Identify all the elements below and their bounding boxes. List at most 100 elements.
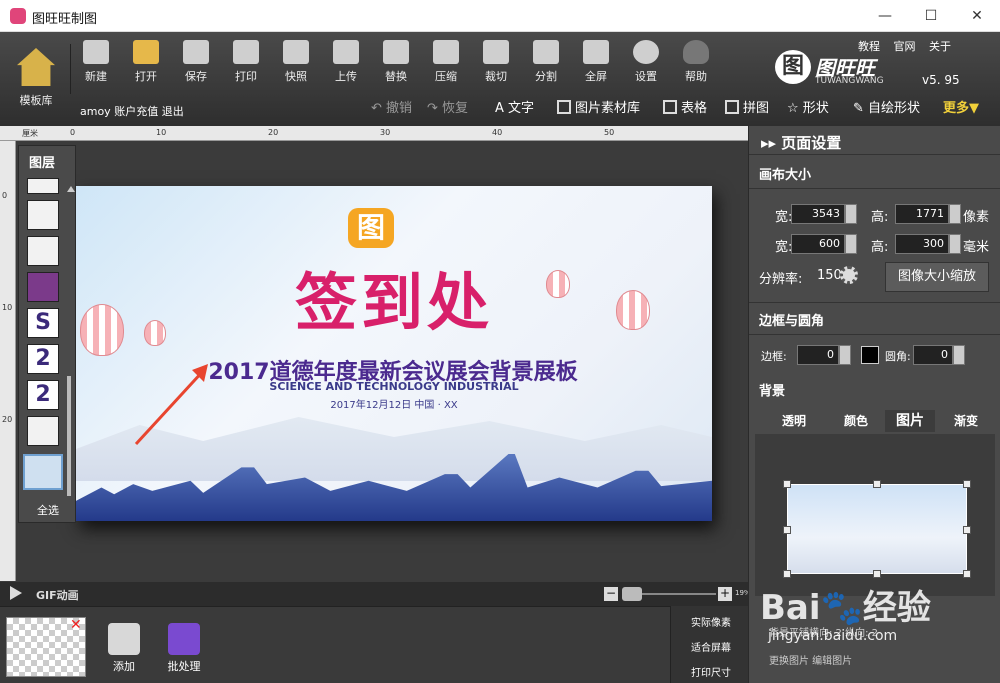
- fit-screen-button[interactable]: 适合屏幕: [671, 639, 751, 654]
- zoom-out-button[interactable]: −: [604, 587, 618, 601]
- split-button[interactable]: 分割: [522, 38, 570, 98]
- window-title: 图旺旺制图: [32, 12, 98, 27]
- width-mm-stepper[interactable]: [845, 234, 857, 254]
- zoom-slider-thumb[interactable]: [622, 587, 642, 601]
- dpi-gear-icon[interactable]: [840, 266, 858, 284]
- layer-thumb[interactable]: [27, 272, 59, 302]
- height-px-stepper[interactable]: [949, 204, 961, 224]
- scroll-up-icon[interactable]: [67, 186, 75, 192]
- layer-thumb[interactable]: [27, 178, 59, 194]
- height-mm-stepper[interactable]: [949, 234, 961, 254]
- resize-handle[interactable]: [873, 480, 881, 488]
- layer-thumb[interactable]: 2: [27, 380, 59, 410]
- pages-strip: ✕ 添加 批处理: [0, 606, 670, 683]
- redo-icon: ↷: [427, 101, 443, 116]
- close-button[interactable]: ✕: [954, 0, 1000, 32]
- ruler-tick: 30: [380, 128, 391, 137]
- height-label: 高:: [871, 240, 889, 255]
- replace-button[interactable]: 替换: [372, 38, 420, 98]
- settings-button[interactable]: 设置: [622, 38, 670, 98]
- qq-icon: [683, 40, 709, 64]
- resize-handle[interactable]: [783, 526, 791, 534]
- background-image[interactable]: [787, 484, 967, 574]
- upload-button[interactable]: 上传: [322, 38, 370, 98]
- play-icon[interactable]: [10, 586, 22, 600]
- bg-tab-gradient[interactable]: 渐变: [941, 410, 991, 432]
- resize-handle[interactable]: [783, 570, 791, 578]
- height-px-input[interactable]: 1771: [895, 204, 949, 224]
- actual-pixels-button[interactable]: 实际像素: [671, 614, 751, 629]
- custom-shape-label: 自绘形状: [868, 101, 921, 116]
- resize-handle[interactable]: [783, 480, 791, 488]
- bg-image-buttons[interactable]: 更换图片 编辑图片: [769, 652, 852, 667]
- template-library-button[interactable]: 模板库: [10, 48, 62, 124]
- annotation-arrow: [134, 364, 208, 446]
- resize-handle[interactable]: [963, 480, 971, 488]
- select-all-button[interactable]: 全选: [19, 502, 77, 518]
- ruler-tick: 10: [156, 128, 167, 137]
- corner-input[interactable]: 0: [913, 345, 953, 365]
- resize-handle[interactable]: [873, 570, 881, 578]
- width-px-input[interactable]: 3543: [791, 204, 845, 224]
- zoom-in-button[interactable]: +: [718, 587, 732, 601]
- table-tool-button[interactable]: 表格: [663, 96, 707, 122]
- settings-label: 设置: [635, 70, 657, 83]
- layer-thumb[interactable]: [27, 236, 59, 266]
- resize-image-button[interactable]: 图像大小缩放: [885, 262, 989, 292]
- layer-thumb[interactable]: [27, 200, 59, 230]
- page-close-icon[interactable]: ✕: [70, 617, 82, 633]
- panel-title-text: 页面设置: [781, 134, 842, 152]
- shape-tool-button[interactable]: ☆ 形状: [787, 96, 829, 122]
- fullscreen-button[interactable]: 全屏: [572, 38, 620, 98]
- puzzle-tool-button[interactable]: 拼图: [725, 96, 769, 122]
- maximize-button[interactable]: ☐: [908, 0, 954, 32]
- corner-stepper[interactable]: [953, 345, 965, 365]
- cut-button[interactable]: 裁切: [472, 38, 520, 98]
- save-button[interactable]: 保存: [172, 38, 220, 98]
- layer-thumb[interactable]: [27, 416, 59, 446]
- layers-scrollbar[interactable]: [67, 376, 71, 496]
- more-tools-button[interactable]: 更多▼: [943, 96, 979, 122]
- balloon-small-left: [144, 320, 166, 346]
- scissors-icon: [483, 40, 509, 64]
- help-button[interactable]: 帮助: [672, 38, 720, 98]
- width-mm-input[interactable]: 600: [791, 234, 845, 254]
- resize-handle[interactable]: [963, 570, 971, 578]
- undo-icon: ↶: [371, 101, 387, 116]
- custom-shape-button[interactable]: ✎ 自绘形状: [853, 96, 920, 122]
- text-tool-button[interactable]: A 文字: [495, 96, 534, 122]
- bg-tab-image[interactable]: 图片: [885, 410, 935, 432]
- bg-tab-color[interactable]: 颜色: [831, 410, 881, 432]
- print-size-button[interactable]: 打印尺寸: [671, 664, 751, 679]
- snapshot-button[interactable]: 快照: [272, 38, 320, 98]
- bg-tab-transparent[interactable]: 透明: [769, 410, 819, 432]
- user-bar: amoy 账户充值 退出: [80, 103, 184, 119]
- layer-thumb[interactable]: S: [27, 308, 59, 338]
- open-button[interactable]: 打开: [122, 38, 170, 98]
- poster-canvas[interactable]: 图 签到处 2017道德年度最新会议展会背景展板 SCIENCE AND TEC…: [76, 186, 712, 521]
- logout-link[interactable]: 退出: [162, 105, 184, 118]
- minimize-button[interactable]: —: [862, 0, 908, 32]
- about-link[interactable]: 关于: [929, 40, 951, 53]
- undo-button[interactable]: ↶ 撤销: [371, 96, 412, 122]
- height-mm-input[interactable]: 300: [895, 234, 949, 254]
- redo-button[interactable]: ↷ 恢复: [427, 96, 468, 122]
- border-stepper[interactable]: [839, 345, 851, 365]
- recharge-link[interactable]: 账户充值: [114, 105, 158, 118]
- resize-handle[interactable]: [963, 526, 971, 534]
- batch-button[interactable]: 批处理: [164, 623, 204, 674]
- layer-thumb[interactable]: 2: [27, 344, 59, 374]
- add-page-button[interactable]: 添加: [104, 623, 144, 674]
- layer-thumb-selected[interactable]: [23, 454, 63, 490]
- print-button[interactable]: 打印: [222, 38, 270, 98]
- add-page-label: 添加: [113, 660, 135, 673]
- poster-date: 2017年12月12日 中国 · XX: [330, 400, 458, 411]
- ruler-tick: 0: [70, 128, 76, 137]
- image-library-button[interactable]: 图片素材库: [557, 96, 640, 122]
- new-button[interactable]: 新建: [72, 38, 120, 98]
- width-px-stepper[interactable]: [845, 204, 857, 224]
- compress-icon: [433, 40, 459, 64]
- border-color-swatch[interactable]: [861, 346, 879, 364]
- border-input[interactable]: 0: [797, 345, 839, 365]
- compress-button[interactable]: 压缩: [422, 38, 470, 98]
